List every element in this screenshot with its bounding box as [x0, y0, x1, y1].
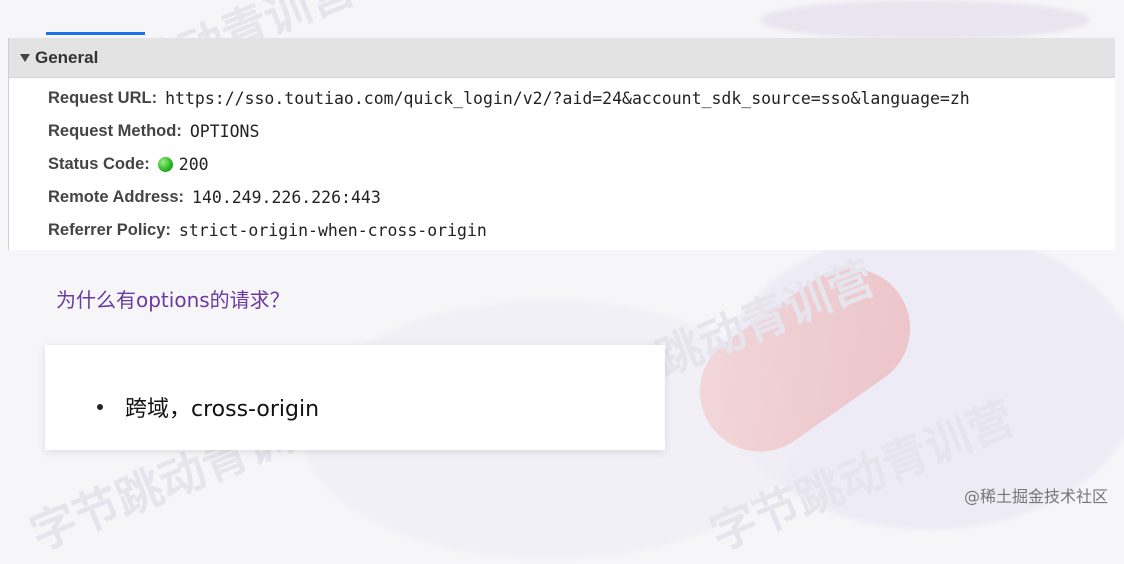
header-rows: Request URL: https://sso.toutiao.com/qui…: [48, 82, 970, 247]
row-value: 200: [178, 155, 209, 174]
status-code-row: Status Code: 200: [48, 148, 970, 181]
collapse-triangle-icon[interactable]: [20, 53, 30, 62]
request-method-row: Request Method: OPTIONS: [48, 115, 970, 148]
background-decoration: [760, 0, 1090, 40]
answer-card: 跨域，cross-origin: [45, 345, 665, 450]
row-value: 140.249.226.226:443: [192, 188, 381, 207]
section-title: General: [35, 47, 99, 67]
referrer-policy-row: Referrer Policy: strict-origin-when-cros…: [48, 214, 970, 247]
list-item: 跨域，cross-origin: [97, 391, 319, 423]
general-panel: General Request URL: https://sso.toutiao…: [8, 38, 1115, 250]
active-tab-indicator: [46, 32, 145, 35]
row-key: Status Code:: [48, 155, 150, 173]
row-key: Request Method:: [48, 122, 182, 140]
status-ok-icon: [157, 157, 173, 172]
row-key: Referrer Policy:: [48, 221, 171, 239]
source-watermark: @稀土掘金技术社区: [963, 487, 1108, 506]
request-url-row: Request URL: https://sso.toutiao.com/qui…: [48, 82, 970, 115]
row-key: Remote Address:: [48, 188, 185, 206]
row-value: strict-origin-when-cross-origin: [178, 221, 487, 240]
question-heading: 为什么有options的请求？: [56, 288, 290, 312]
row-value: https://sso.toutiao.com/quick_login/v2/?…: [165, 89, 970, 108]
remote-address-row: Remote Address: 140.249.226.226:443: [48, 181, 970, 214]
general-section-header[interactable]: General: [9, 38, 1115, 78]
row-key: Request URL:: [48, 89, 158, 107]
row-value: OPTIONS: [189, 122, 260, 141]
bullet-text: 跨域，cross-origin: [125, 397, 320, 422]
bullet-icon: [97, 404, 103, 410]
